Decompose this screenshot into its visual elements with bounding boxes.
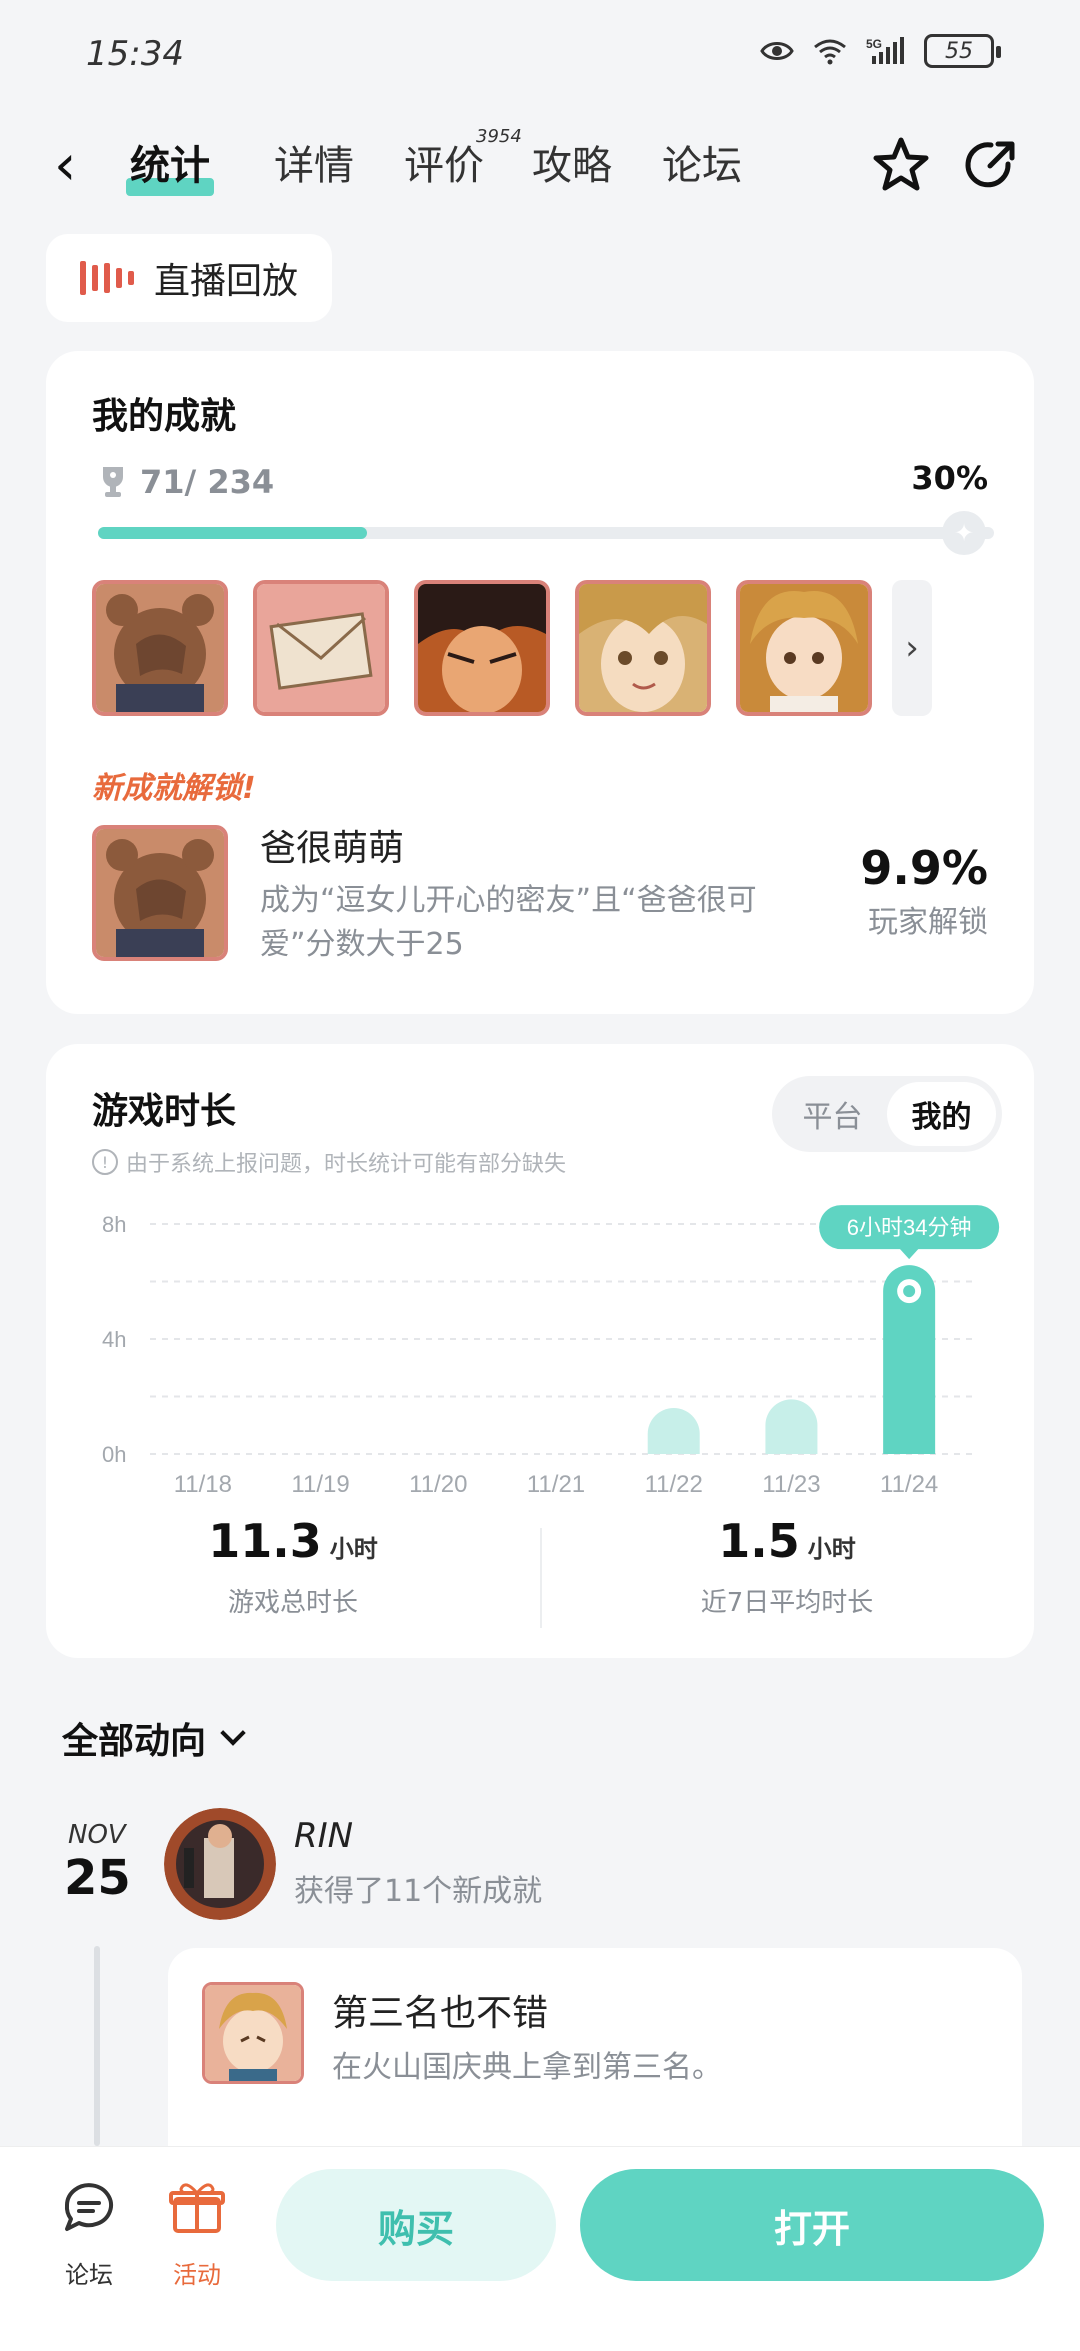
live-replay-icon	[80, 261, 134, 295]
chart-xtick-label: 11/19	[291, 1471, 349, 1494]
badge-bear-dad[interactable]	[92, 580, 228, 716]
status-icons: 5G 55	[760, 34, 1001, 68]
tab-guides[interactable]: 攻略	[532, 138, 612, 194]
cell-signal-icon: 5G	[866, 37, 904, 64]
chart-xtick-label: 11/21	[527, 1471, 585, 1494]
toggle-platform[interactable]: 平台	[778, 1082, 887, 1146]
playtime-scope-toggle: 平台 我的	[772, 1076, 1002, 1152]
chart-xtick-label: 11/22	[645, 1471, 703, 1494]
chart-ytick-label: 0h	[102, 1442, 126, 1467]
achievements-more-button[interactable]: ›	[892, 580, 932, 716]
chart-xtick-label: 11/24	[880, 1471, 938, 1494]
achievements-title: 我的成就	[92, 396, 237, 437]
chart-bar-marker-dot	[903, 1285, 916, 1298]
new-unlock-label: 新成就解锁!	[92, 771, 256, 806]
average-playtime-label: 近7日平均时长	[700, 1588, 874, 1618]
chevron-down-icon	[220, 1720, 246, 1746]
open-button[interactable]: 打开	[580, 2169, 1044, 2281]
feed-filter-label: 全部动向	[62, 1721, 207, 1762]
achievements-progress-track	[98, 527, 994, 539]
chart-ytick-label: 8h	[102, 1212, 126, 1237]
chart-xtick-label: 11/18	[174, 1471, 232, 1494]
svg-text:5G: 5G	[866, 37, 882, 51]
toggle-mine[interactable]: 我的	[887, 1082, 996, 1146]
total-playtime: 11.3 小时 游戏总时长	[46, 1514, 540, 1619]
latest-achievement-desc: 成为“逗女儿开心的密友”且“爸爸很可爱”分数大于25	[260, 883, 757, 962]
feed-achievement-desc: 在火山国庆典上拿到第三名。	[332, 2050, 722, 2085]
feed-user-name[interactable]: RIN	[294, 1816, 353, 1856]
star-icon[interactable]	[870, 134, 932, 196]
activity-nav-label: 活动	[173, 2261, 221, 2289]
progress-end-icon: ✦	[942, 511, 986, 555]
bottom-action-bar: 论坛 活动 购买 打开	[0, 2146, 1080, 2351]
forum-nav-label: 论坛	[65, 2261, 113, 2289]
battery-indicator: 55	[924, 34, 1001, 68]
achievements-percent: 30%	[911, 459, 988, 497]
chart-tooltip-label: 6小时34分钟	[847, 1215, 972, 1240]
achievements-progress-fill	[98, 527, 367, 539]
average-playtime-unit: 小时	[807, 1535, 856, 1563]
feed-user-action: 获得了11个新成就	[294, 1874, 543, 1909]
total-playtime-value: 11.3	[208, 1514, 322, 1568]
feed-filter-dropdown[interactable]: 全部动向	[62, 1712, 246, 1764]
achievement-badges	[92, 580, 872, 716]
latest-achievement-rate: 9.9%	[860, 841, 988, 895]
latest-achievement-rate-label: 玩家解锁	[868, 905, 988, 940]
achievements-count: 71/ 234	[98, 463, 274, 501]
latest-achievement-name: 爸很萌萌	[260, 828, 405, 869]
tab-forum[interactable]: 论坛	[662, 138, 742, 194]
forum-nav-button[interactable]: 论坛	[44, 2177, 134, 2290]
timeline-line	[94, 1946, 100, 2146]
chart-xtick-label: 11/23	[762, 1471, 820, 1494]
tab-details[interactable]: 详情	[274, 138, 354, 194]
avatar[interactable]	[164, 1808, 276, 1920]
chat-bubble-icon	[64, 2183, 113, 2231]
share-icon[interactable]	[960, 134, 1022, 196]
chart-tooltip-pointer	[899, 1248, 920, 1260]
achievements-card: 我的成就 71/ 234 30% ✦ › 新成就解锁! 爸很萌萌 成为“逗女儿开…	[46, 351, 1034, 1014]
chart-bar	[765, 1399, 818, 1454]
achievements-unlocked: 71/ 234	[140, 463, 275, 501]
average-playtime: 1.5 小时 近7日平均时长	[540, 1514, 1034, 1619]
feed-date-month: NOV	[68, 1820, 126, 1850]
tab-stats-label: 统计	[130, 143, 210, 189]
playtime-note-text: 由于系统上报问题，时长统计可能有部分缺失	[126, 1152, 567, 1177]
status-time: 15:34	[86, 34, 184, 74]
average-playtime-value: 1.5	[718, 1514, 800, 1568]
reviews-count: 3954	[476, 126, 522, 147]
playtime-card: 游戏时长 ! 由于系统上报问题，时长统计可能有部分缺失 平台 我的 0h 4h 8h…	[46, 1044, 1034, 1658]
live-replay-button[interactable]: 直播回放	[46, 234, 332, 322]
total-playtime-unit: 小时	[329, 1535, 378, 1563]
feed-achievement-name: 第三名也不错	[332, 1993, 549, 2034]
playtime-chart: 0h 4h 8h 11/18 11/19 11/20 11/21 11/22 11/23 11/2…	[102, 1205, 1000, 1494]
activity-nav-button[interactable]: 活动	[152, 2177, 242, 2290]
total-playtime-label: 游戏总时长	[227, 1588, 358, 1618]
playtime-note: ! 由于系统上报问题，时长统计可能有部分缺失	[92, 1146, 566, 1178]
info-icon: !	[92, 1149, 118, 1175]
feed-date-day: 25	[64, 1850, 131, 1906]
badge-blonde-girl[interactable]	[736, 580, 872, 716]
latest-achievement-badge[interactable]	[92, 825, 228, 961]
badge-blonde[interactable]	[575, 580, 711, 716]
chart-xtick-label: 11/20	[409, 1471, 467, 1494]
tab-stats[interactable]: 统计	[126, 138, 214, 196]
back-icon[interactable]: ‹	[54, 136, 76, 196]
live-replay-label: 直播回放	[154, 261, 299, 302]
wifi-icon	[814, 39, 846, 65]
chart-bar	[647, 1408, 700, 1454]
playtime-title: 游戏时长	[92, 1091, 237, 1132]
gift-icon	[169, 2183, 225, 2233]
feed-achievement-badge	[202, 1982, 304, 2084]
badge-dark-hair[interactable]	[414, 580, 550, 716]
chart-ytick-label: 4h	[102, 1327, 126, 1352]
tab-reviews[interactable]: 评价	[404, 138, 484, 194]
badge-letter[interactable]	[253, 580, 389, 716]
top-nav: ‹ 统计 详情 评价 3954 攻略 论坛	[0, 126, 1080, 210]
eye-icon	[760, 42, 794, 60]
buy-button[interactable]: 购买	[276, 2169, 556, 2281]
trophy-icon	[103, 467, 123, 497]
